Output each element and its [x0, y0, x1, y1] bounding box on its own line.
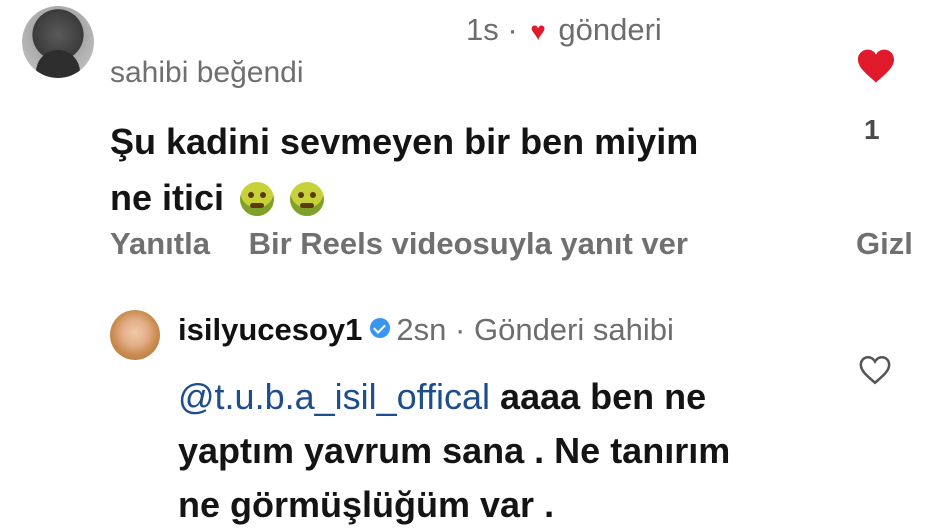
reply-username[interactable]: isilyucesoy1: [178, 312, 362, 347]
nauseated-face-icon: [240, 182, 275, 216]
reply-time: 2sn: [396, 312, 447, 347]
comment-actions: Yanıtla Bir Reels videosuyla yanıt ver G…: [110, 226, 913, 262]
hide-button[interactable]: Gizl: [856, 226, 913, 262]
comment-text-line1: Şu kadini sevmeyen bir ben miyim: [110, 121, 699, 162]
reply-header: isilyucesoy1 2sn · Gönderi sahibi: [178, 312, 674, 348]
reply-button[interactable]: Yanıtla: [110, 226, 210, 261]
reels-reply-button[interactable]: Bir Reels videosuyla yanıt ver: [249, 226, 688, 261]
meta-separator: ·: [455, 312, 466, 347]
post-label: gönderi: [558, 12, 662, 47]
like-outline-heart-icon[interactable]: [858, 354, 892, 386]
comment-text: Şu kadini sevmeyen bir ben miyim ne itic…: [110, 114, 790, 226]
reply-text-after-mention: aaaa ben ne: [490, 376, 707, 417]
comment-time: 1s: [466, 12, 499, 47]
comment-text-line2: ne itici: [110, 177, 225, 218]
nauseated-face-icon: [290, 182, 325, 216]
meta-separator: ·: [507, 12, 518, 47]
like-heart-icon[interactable]: [856, 48, 896, 84]
comment-text-line2-row: ne itici: [110, 170, 790, 226]
owner-label: Gönderi sahibi: [473, 312, 674, 347]
like-count: 1: [864, 114, 880, 145]
comment-meta: 1s · ♥ gönderi: [466, 12, 662, 48]
verified-badge-icon: [370, 318, 391, 338]
mention-link[interactable]: @t.u.b.a_isil_offical: [178, 376, 490, 417]
commenter-avatar[interactable]: [22, 6, 94, 78]
reply-avatar[interactable]: [110, 310, 160, 360]
reply-text: @t.u.b.a_isil_offical aaaa ben ne yaptım…: [178, 370, 838, 532]
reply-text-line2: yaptım yavrum sana . Ne tanırım: [178, 430, 731, 471]
liked-by-owner-label: sahibi beğendi: [110, 56, 304, 89]
reply-text-line3: ne görmüşlüğüm var .: [178, 484, 555, 525]
heart-icon: ♥: [530, 16, 546, 46]
reply-text-line1: @t.u.b.a_isil_offical aaaa ben ne: [178, 370, 838, 424]
